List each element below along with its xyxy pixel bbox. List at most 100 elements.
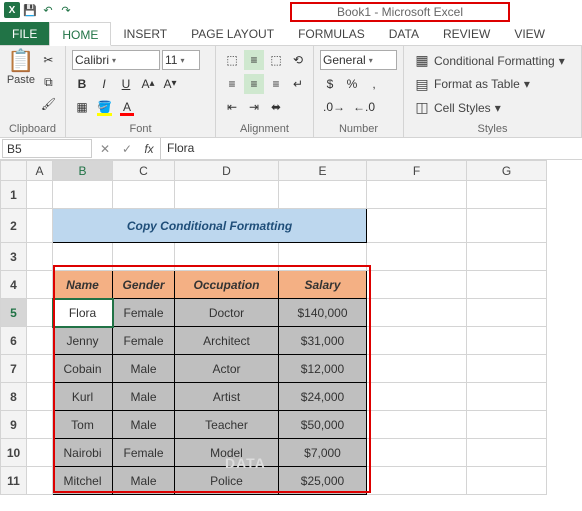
cell[interactable]: Doctor <box>175 299 279 327</box>
cut-icon[interactable]: ✂ <box>38 50 59 70</box>
bold-button[interactable]: B <box>72 74 92 94</box>
font-name-combo[interactable]: Calibri▾ <box>72 50 160 70</box>
name-box[interactable]: B5 <box>2 139 92 158</box>
comma-format-icon[interactable]: , <box>364 74 384 94</box>
row-header[interactable]: 8 <box>1 383 27 411</box>
cell[interactable]: Model <box>175 439 279 467</box>
increase-decimal-icon[interactable]: .0→ <box>320 97 348 117</box>
cell[interactable]: Male <box>113 355 175 383</box>
align-bottom-icon[interactable]: ⬚ <box>266 50 286 70</box>
cell[interactable]: Tom <box>53 411 113 439</box>
cell[interactable]: Teacher <box>175 411 279 439</box>
redo-icon[interactable]: ↷ <box>58 2 74 18</box>
tab-formulas[interactable]: FORMULAS <box>286 22 377 45</box>
align-middle-icon[interactable]: ≡ <box>244 50 264 70</box>
cell[interactable]: Male <box>113 383 175 411</box>
row-header[interactable]: 1 <box>1 181 27 209</box>
row-header[interactable]: 10 <box>1 439 27 467</box>
save-icon[interactable]: 💾 <box>22 2 38 18</box>
tab-page-layout[interactable]: PAGE LAYOUT <box>179 22 286 45</box>
row-header[interactable]: 2 <box>1 209 27 243</box>
increase-indent-icon[interactable]: ⇥ <box>244 97 264 117</box>
align-left-icon[interactable]: ≡ <box>222 74 242 94</box>
cell[interactable]: Female <box>113 327 175 355</box>
tab-review[interactable]: REVIEW <box>431 22 502 45</box>
increase-font-icon[interactable]: A▴ <box>138 74 158 94</box>
decrease-indent-icon[interactable]: ⇤ <box>222 97 242 117</box>
decrease-font-icon[interactable]: A▾ <box>160 74 180 94</box>
col-header[interactable]: B <box>53 161 113 181</box>
enter-formula-icon[interactable]: ✓ <box>116 138 138 159</box>
col-header[interactable]: A <box>27 161 53 181</box>
cell[interactable]: $25,000 <box>279 467 367 495</box>
header-salary[interactable]: Salary <box>279 271 367 299</box>
fill-color-button[interactable]: 🪣 <box>94 97 115 117</box>
row-header[interactable]: 9 <box>1 411 27 439</box>
col-header[interactable]: F <box>367 161 467 181</box>
cell-styles-button[interactable]: ◫Cell Styles▾ <box>410 97 575 118</box>
decrease-decimal-icon[interactable]: ←.0 <box>350 97 378 117</box>
underline-button[interactable]: U <box>116 74 136 94</box>
tab-home[interactable]: HOME <box>49 22 111 46</box>
cell[interactable]: Cobain <box>53 355 113 383</box>
tab-data[interactable]: DATA <box>377 22 431 45</box>
number-format-combo[interactable]: General▾ <box>320 50 397 70</box>
tab-insert[interactable]: INSERT <box>111 22 179 45</box>
accounting-format-icon[interactable]: $ <box>320 74 340 94</box>
row-header[interactable]: 5 <box>1 299 27 327</box>
cell[interactable]: Male <box>113 411 175 439</box>
select-all-corner[interactable] <box>1 161 27 181</box>
col-header[interactable]: C <box>113 161 175 181</box>
cell[interactable]: Police <box>175 467 279 495</box>
format-as-table-button[interactable]: ▤Format as Table▾ <box>410 74 575 95</box>
row-header[interactable]: 3 <box>1 243 27 271</box>
col-header[interactable]: E <box>279 161 367 181</box>
cell[interactable]: Artist <box>175 383 279 411</box>
tab-file[interactable]: FILE <box>0 22 49 45</box>
font-color-button[interactable]: A <box>117 97 137 117</box>
cell[interactable]: Actor <box>175 355 279 383</box>
cell-b5[interactable]: Flora <box>53 299 113 327</box>
cell[interactable]: $31,000 <box>279 327 367 355</box>
cell[interactable]: Female <box>113 299 175 327</box>
cell[interactable]: $140,000 <box>279 299 367 327</box>
row-header[interactable]: 4 <box>1 271 27 299</box>
header-name[interactable]: Name <box>53 271 113 299</box>
title-cell[interactable]: Copy Conditional Formatting <box>53 209 367 243</box>
tab-view[interactable]: VIEW <box>502 22 557 45</box>
cell[interactable]: $12,000 <box>279 355 367 383</box>
align-top-icon[interactable]: ⬚ <box>222 50 242 70</box>
spreadsheet-grid[interactable]: A B C D E F G 1 2Copy Conditional Format… <box>0 160 582 511</box>
borders-button[interactable]: ▦ <box>72 97 92 117</box>
format-painter-icon[interactable]: 🖌 <box>38 94 59 114</box>
cell[interactable]: Female <box>113 439 175 467</box>
copy-icon[interactable]: ⧉ <box>38 72 59 92</box>
conditional-formatting-button[interactable]: ▦Conditional Formatting▾ <box>410 50 575 71</box>
font-size-combo[interactable]: 11▾ <box>162 50 200 70</box>
paste-button[interactable]: 📋 Paste <box>6 50 36 114</box>
cell[interactable]: Jenny <box>53 327 113 355</box>
col-header[interactable]: D <box>175 161 279 181</box>
italic-button[interactable]: I <box>94 74 114 94</box>
cell[interactable]: Nairobi <box>53 439 113 467</box>
cancel-formula-icon[interactable]: ✕ <box>94 138 116 159</box>
cell[interactable]: $24,000 <box>279 383 367 411</box>
cell[interactable]: Kurl <box>53 383 113 411</box>
row-header[interactable]: 7 <box>1 355 27 383</box>
cell[interactable]: Male <box>113 467 175 495</box>
cell[interactable]: Mitchel <box>53 467 113 495</box>
fx-icon[interactable]: fx <box>138 138 160 159</box>
orientation-icon[interactable]: ⟲ <box>288 50 308 70</box>
cell[interactable]: $7,000 <box>279 439 367 467</box>
merge-center-icon[interactable]: ⬌ <box>266 97 286 117</box>
cell[interactable]: Architect <box>175 327 279 355</box>
header-occupation[interactable]: Occupation <box>175 271 279 299</box>
wrap-text-icon[interactable]: ↵ <box>288 74 308 94</box>
align-right-icon[interactable]: ≡ <box>266 74 286 94</box>
row-header[interactable]: 11 <box>1 467 27 495</box>
align-center-icon[interactable]: ≡ <box>244 74 264 94</box>
undo-icon[interactable]: ↶ <box>40 2 56 18</box>
percent-format-icon[interactable]: % <box>342 74 362 94</box>
row-header[interactable]: 6 <box>1 327 27 355</box>
formula-input[interactable]: Flora <box>160 138 582 159</box>
